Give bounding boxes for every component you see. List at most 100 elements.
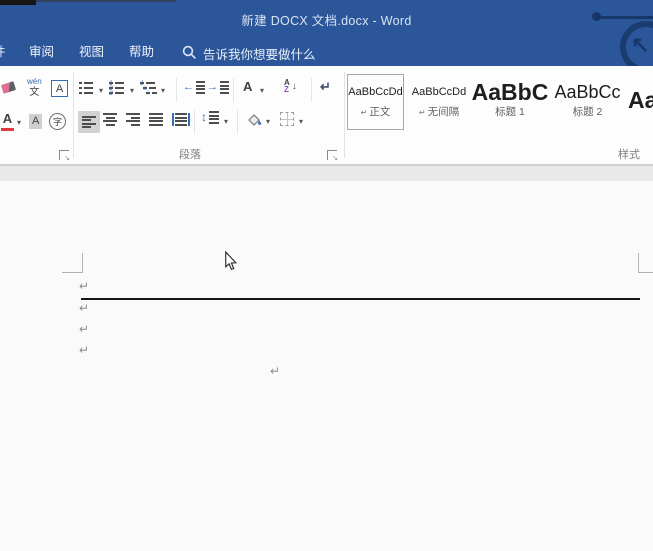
ribbon-bottom-strip	[0, 165, 653, 182]
paragraph-mark: ↵	[79, 302, 89, 314]
paragraph-mark: ↵	[270, 365, 280, 377]
bullets-dropdown[interactable]: ▾	[99, 87, 103, 95]
enclose-characters-icon: 字	[49, 113, 66, 130]
paragraph-mark-icon: ↵	[320, 79, 331, 95]
paragraph-mark: ↵	[79, 323, 89, 335]
style-label: 正文	[369, 106, 390, 118]
multilevel-dropdown[interactable]: ▾	[161, 87, 165, 95]
window-title: 新建 DOCX 文档.docx - Word	[0, 10, 653, 29]
paragraph-mark: ↵	[79, 280, 89, 292]
sub-separator	[233, 78, 234, 102]
distribute-icon	[175, 113, 187, 126]
sub-separator	[311, 78, 312, 102]
enclose-characters-button[interactable]: 字	[49, 113, 66, 130]
shading-button[interactable]	[245, 112, 263, 128]
tell-me-search[interactable]: 告诉我你想要做什么	[203, 44, 316, 63]
paragraph-mark: ↵	[79, 344, 89, 356]
style-sample: AaBbCcDd	[348, 85, 402, 99]
watermark-arrow-icon: ↖	[631, 32, 649, 58]
style-label: 无间隔	[428, 106, 460, 118]
sub-separator	[194, 110, 195, 134]
asian-layout-button[interactable]: A	[243, 79, 252, 94]
search-icon[interactable]	[182, 45, 197, 60]
style-sample: AaBbCcDd	[412, 85, 466, 99]
align-left-icon	[82, 116, 96, 129]
watermark-line	[598, 16, 653, 19]
asian-layout-icon: A	[243, 79, 252, 94]
bullets-button[interactable]	[79, 81, 93, 95]
numbering-icon: 1 2 3	[109, 81, 124, 95]
tab-review[interactable]: 审阅	[29, 44, 54, 60]
style-sample: AaB	[628, 93, 653, 107]
align-center-button[interactable]	[103, 113, 117, 126]
screen-edge-artifact	[0, 0, 36, 5]
shading-dropdown[interactable]: ▾	[266, 118, 270, 126]
line-spacing-dropdown[interactable]: ▾	[224, 118, 228, 126]
pinyin-icon-bottom: 文	[29, 88, 39, 97]
style-card-no-spacing[interactable]: AaBbCcDd ↵无间隔	[408, 74, 470, 130]
tab-clipped-fragment[interactable]: 件	[0, 44, 6, 60]
show-hide-marks-button[interactable]: ↵	[320, 79, 331, 95]
numbering-dropdown[interactable]: ▾	[130, 87, 134, 95]
title-bar: 新建 DOCX 文档.docx - Word 件 审阅 视图 帮助 告诉我你想要…	[0, 0, 653, 66]
screen-edge-artifact-2	[36, 0, 176, 2]
font-color-dropdown[interactable]: ▾	[17, 119, 21, 127]
increase-indent-icon: →	[207, 82, 218, 93]
pinyin-icon-top: wén	[27, 77, 42, 86]
character-border-button[interactable]: A	[51, 80, 68, 97]
character-shading-icon: A	[29, 114, 42, 129]
multilevel-list-button[interactable]: 1 a i	[140, 81, 157, 95]
character-shading-button[interactable]: A	[29, 114, 42, 129]
style-card-heading2[interactable]: AaBbCc 标题 2	[551, 74, 624, 130]
sub-separator	[176, 78, 177, 102]
crop-mark-right-h	[638, 272, 653, 273]
tab-view[interactable]: 视图	[79, 44, 104, 60]
decrease-indent-icon: ←	[183, 82, 194, 93]
increase-indent-button[interactable]: →	[207, 81, 229, 94]
launcher-arrow-icon: ↘	[332, 155, 338, 162]
align-right-icon	[126, 113, 140, 126]
tab-help[interactable]: 帮助	[129, 44, 154, 60]
justify-icon	[149, 113, 163, 126]
distribute-button[interactable]	[172, 113, 190, 126]
font-dialog-launcher[interactable]: ↘	[59, 150, 69, 160]
numbering-button[interactable]: 1 2 3	[109, 81, 124, 95]
line-spacing-arrow-icon: ↕	[201, 112, 207, 123]
style-card-clipped[interactable]: AaB	[628, 74, 653, 130]
document-canvas[interactable]	[0, 181, 653, 551]
word-window: 新建 DOCX 文档.docx - Word 件 审阅 视图 帮助 告诉我你想要…	[0, 0, 653, 551]
font-color-icon: A	[3, 112, 12, 125]
style-card-heading1[interactable]: AaBbC 标题 1	[471, 74, 549, 130]
style-label: 标题 1	[495, 104, 525, 119]
align-right-button[interactable]	[126, 113, 140, 126]
watermark-dot	[592, 12, 601, 21]
sub-separator	[237, 110, 238, 134]
borders-dropdown[interactable]: ▾	[299, 118, 303, 126]
mouse-cursor	[224, 251, 238, 271]
line-spacing-button[interactable]: ↕	[201, 111, 219, 124]
borders-button[interactable]	[280, 112, 294, 126]
paragraph-dialog-launcher[interactable]: ↘	[327, 150, 337, 160]
style-sample: AaBbC	[472, 85, 549, 99]
sort-button[interactable]: A Z ↓	[284, 79, 297, 93]
eraser-icon	[1, 81, 16, 94]
crop-mark-left-h	[62, 272, 83, 273]
phonetic-guide-button[interactable]: wén 文	[27, 77, 42, 97]
font-color-swatch	[1, 128, 14, 131]
style-sample: AaBbCc	[554, 85, 620, 99]
multilevel-list-icon: 1 a i	[140, 81, 157, 95]
font-color-button[interactable]: A	[1, 112, 14, 131]
style-label: 标题 2	[573, 104, 603, 119]
crop-mark-right-v	[638, 253, 639, 273]
align-left-button[interactable]	[78, 111, 100, 133]
borders-icon	[280, 112, 294, 126]
justify-button[interactable]	[149, 113, 163, 126]
decrease-indent-button[interactable]: ←	[183, 81, 205, 94]
paragraph-border-line	[81, 298, 640, 300]
clear-formatting-button[interactable]	[2, 83, 15, 92]
group-separator	[73, 72, 74, 158]
styles-group-label: 样式	[606, 146, 652, 162]
style-card-normal[interactable]: AaBbCcDd ↵正文	[347, 74, 404, 130]
asian-layout-dropdown[interactable]: ▾	[260, 87, 264, 95]
group-separator	[344, 72, 345, 158]
